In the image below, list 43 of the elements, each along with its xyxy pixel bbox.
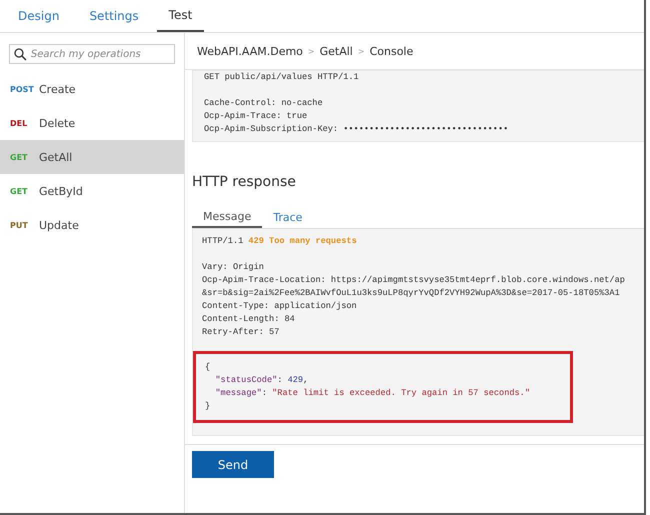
- json-line: "message": "Rate limit is exceeded. Try again in 57 seconds.": [214, 387, 531, 400]
- method-label: PUT: [10, 220, 29, 230]
- operation-item[interactable]: PUT Update: [0, 208, 184, 242]
- breadcrumb-item[interactable]: WebAPI.AAM.Demo: [197, 44, 303, 58]
- operation-item[interactable]: GET GetById: [0, 174, 184, 208]
- status-line: HTTP/1.1 429 Too many requests: [202, 235, 358, 248]
- code-line: GET public/api/values HTTP/1.1: [204, 71, 360, 84]
- send-button[interactable]: Send: [192, 451, 274, 478]
- tab[interactable]: Design: [6, 0, 72, 32]
- breadcrumb-separator: >: [308, 46, 315, 56]
- code-line: &sr=b&sig=2ai%2Fee%2BAIWvfOuL1u3ks9uLP8qyrYvQDf2VYH92WupA%3D&se=2017-05-18T05%3A1: [202, 287, 621, 300]
- code-line: Retry-After: 57: [202, 326, 280, 339]
- operation-item[interactable]: DEL Delete: [0, 106, 184, 140]
- code-line: Cache-Control: no-cache: [204, 97, 324, 110]
- tab[interactable]: Test: [156, 0, 204, 32]
- code-line: Content-Length: 84: [202, 313, 296, 326]
- breadcrumb-separator: >: [358, 46, 365, 56]
- operation-name: Delete: [39, 116, 76, 130]
- tab[interactable]: Trace: [262, 208, 314, 228]
- breadcrumb-item[interactable]: GetAll: [320, 44, 353, 58]
- operation-item[interactable]: POST Create: [0, 72, 184, 106]
- section-heading: HTTP response: [192, 174, 297, 190]
- method-label: GET: [10, 152, 28, 162]
- tab[interactable]: Settings: [77, 0, 151, 32]
- operation-name: GetById: [39, 184, 83, 198]
- json-line: {: [205, 361, 212, 374]
- code-line: Content-Type: application/json: [202, 300, 358, 313]
- json-line: "statusCode": 429,: [214, 374, 310, 387]
- search-field[interactable]: Search my operations: [9, 44, 175, 64]
- breadcrumb-item[interactable]: Console: [370, 44, 414, 58]
- search-icon: [14, 48, 27, 60]
- method-label: GET: [10, 186, 28, 196]
- operation-name: Create: [39, 82, 76, 96]
- code-line: Ocp-Apim-Subscription-Key: ••••••••••••••••••••••••••••••••: [204, 123, 510, 136]
- method-label: POST: [10, 84, 35, 94]
- method-label: DEL: [10, 118, 28, 128]
- operation-name: GetAll: [39, 150, 72, 164]
- code-line: Ocp-Apim-Trace: true: [204, 110, 308, 123]
- json-line: }: [205, 400, 212, 413]
- operation-name: Update: [39, 218, 79, 232]
- code-line: Ocp-Apim-Trace-Location: https://apimgmtstsvyse35tmt4eprf.blob.core.windows.net/ap: [202, 274, 626, 287]
- code-line: Vary: Origin: [202, 261, 265, 274]
- operation-item[interactable]: GET GetAll: [0, 140, 184, 174]
